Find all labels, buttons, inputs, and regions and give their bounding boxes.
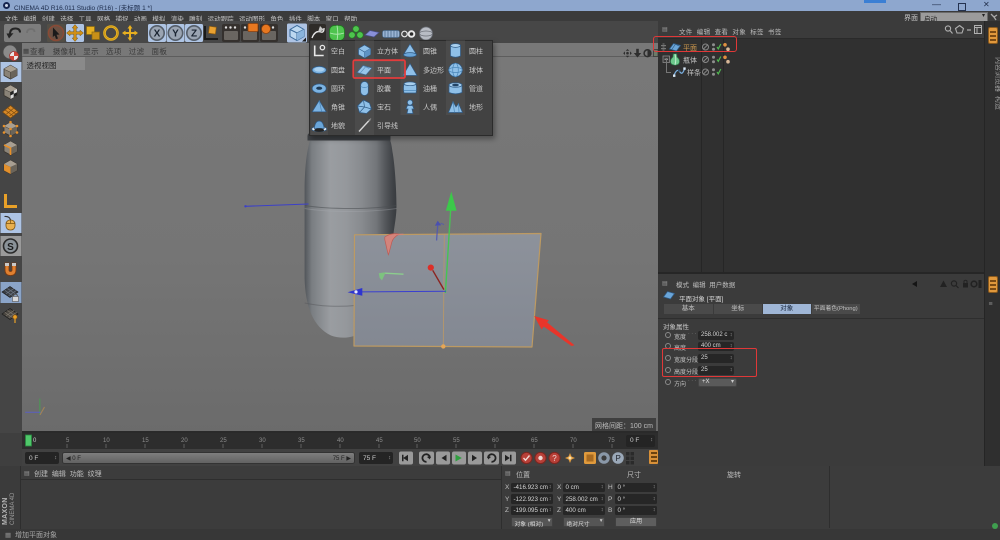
svg-text:Z: Z [191, 29, 197, 40]
svg-text:引导线: 引导线 [377, 121, 398, 130]
svg-text:40: 40 [337, 438, 344, 444]
svg-text:瓶体: 瓶体 [683, 56, 697, 65]
svg-text:10: 10 [103, 438, 110, 444]
svg-text:空白: 空白 [331, 47, 345, 56]
svg-text:5: 5 [66, 438, 70, 444]
svg-text:宝石: 宝石 [377, 103, 391, 112]
svg-text:?: ? [552, 453, 557, 462]
svg-text:地貌: 地貌 [331, 121, 345, 130]
svg-text:多边形: 多边形 [423, 66, 444, 75]
svg-text:15: 15 [142, 438, 149, 444]
svg-text:70: 70 [570, 438, 577, 444]
svg-text:X: X [154, 29, 161, 40]
svg-text:75: 75 [608, 438, 615, 444]
svg-text:60: 60 [492, 438, 499, 444]
svg-text:管道: 管道 [469, 84, 483, 93]
svg-text:圆锥: 圆锥 [423, 47, 437, 56]
svg-text:Y: Y [172, 29, 179, 40]
svg-text:25: 25 [220, 438, 227, 444]
svg-text:65: 65 [531, 438, 538, 444]
svg-text:50: 50 [414, 438, 421, 444]
svg-text:角锥: 角锥 [331, 103, 345, 112]
svg-text:圆环: 圆环 [331, 85, 345, 93]
svg-text:内容浏览器 构造: 内容浏览器 构造 [994, 57, 1000, 110]
svg-text:0: 0 [33, 438, 37, 444]
svg-text:55: 55 [453, 438, 460, 444]
svg-text:30: 30 [259, 438, 266, 444]
svg-text:圆柱: 圆柱 [469, 47, 483, 56]
svg-text:球体: 球体 [469, 66, 483, 75]
svg-text:45: 45 [376, 438, 383, 444]
svg-text:圆盘: 圆盘 [331, 66, 345, 75]
svg-text:人偶: 人偶 [423, 103, 437, 112]
svg-text:P: P [616, 453, 621, 462]
svg-text:胶囊: 胶囊 [377, 84, 391, 93]
svg-text:地形: 地形 [469, 103, 483, 112]
svg-text:立方体: 立方体 [377, 47, 398, 56]
svg-text:35: 35 [298, 438, 305, 444]
svg-text:S: S [7, 242, 14, 253]
svg-text:20: 20 [181, 438, 188, 444]
svg-text:油桶: 油桶 [423, 84, 437, 93]
svg-text:样条: 样条 [687, 68, 701, 77]
